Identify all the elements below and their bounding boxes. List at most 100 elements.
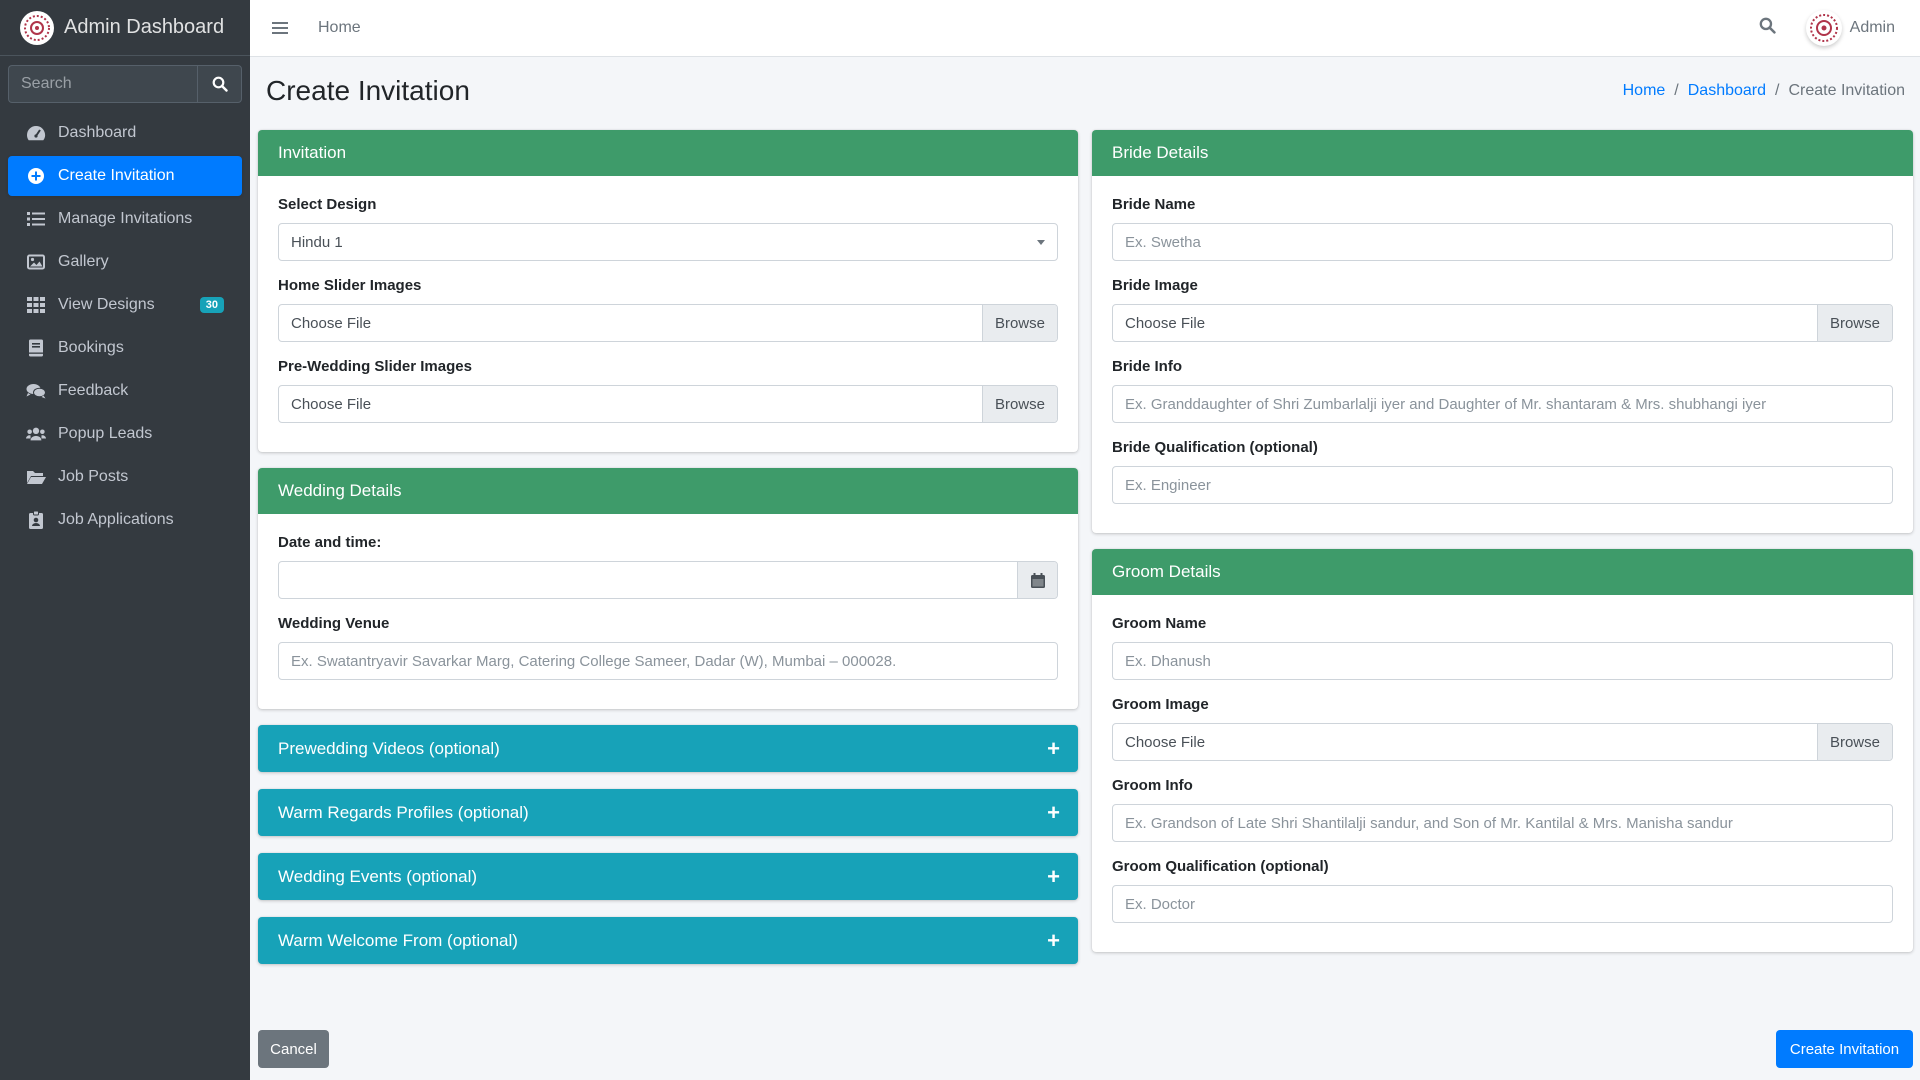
sidebar-item-job-posts[interactable]: Job Posts — [8, 457, 242, 497]
venue-input[interactable]: Ex. Swatantryavir Savarkar Marg, Caterin… — [278, 642, 1058, 680]
designs-count-badge: 30 — [199, 297, 224, 313]
groom-details-card-title: Groom Details — [1092, 549, 1913, 595]
date-picker-button[interactable] — [1017, 562, 1057, 598]
cancel-button[interactable]: Cancel — [258, 1030, 329, 1068]
plus-icon[interactable]: + — [1047, 929, 1060, 952]
menu-toggle-button[interactable] — [250, 21, 310, 35]
sidebar-item-label: Job Posts — [58, 468, 129, 485]
design-label: Select Design — [278, 196, 377, 213]
bride-info-group: Bride Info Ex. Granddaughter of Shri Zum… — [1112, 358, 1893, 423]
sidebar-item-label: Gallery — [58, 253, 109, 270]
folder-open-icon — [26, 467, 46, 487]
invitation-card-body: Select Design Hindu 1 Home Slider Images… — [258, 176, 1078, 452]
sidebar-item-manage-invitations[interactable]: Manage Invitations — [8, 199, 242, 239]
sidebar-item-label: Bookings — [58, 339, 124, 356]
design-select[interactable]: Hindu 1 — [278, 223, 1058, 261]
bride-qualification-group: Bride Qualification (optional) Ex. Engin… — [1112, 439, 1893, 504]
sidebar-item-label: Dashboard — [58, 124, 137, 141]
hamburger-icon — [272, 22, 288, 34]
users-icon — [26, 424, 46, 444]
sidebar-item-gallery[interactable]: Gallery — [8, 242, 242, 282]
date-group: Date and time: — [278, 534, 1058, 599]
breadcrumb-dashboard[interactable]: Dashboard — [1688, 82, 1766, 100]
calendar-icon — [1030, 572, 1045, 588]
page-title: Create Invitation — [266, 74, 470, 106]
groom-info-input[interactable]: Ex. Grandson of Late Shri Shantilalji sa… — [1112, 804, 1893, 842]
bride-qualification-input[interactable]: Ex. Engineer — [1112, 466, 1893, 504]
plus-icon[interactable]: + — [1047, 801, 1060, 824]
sidebar-item-dashboard[interactable]: Dashboard — [8, 113, 242, 153]
topbar-home-link[interactable]: Home — [318, 19, 361, 37]
plus-circle-icon — [26, 166, 46, 186]
groom-info-label: Groom Info — [1112, 777, 1193, 794]
prewedding-slider-file-input[interactable]: Choose File Browse — [278, 385, 1058, 423]
chevron-down-icon — [1037, 239, 1045, 245]
sidebar-item-create-invitation[interactable]: Create Invitation — [8, 156, 242, 196]
bride-image-group: Bride Image Choose File Browse — [1112, 277, 1893, 342]
sidebar-item-bookings[interactable]: Bookings — [8, 328, 242, 368]
home-slider-group: Home Slider Images Choose File Browse — [278, 277, 1058, 342]
groom-name-input[interactable]: Ex. Dhanush — [1112, 642, 1893, 680]
panel-title: Warm Welcome From (optional) — [278, 930, 518, 950]
browse-button[interactable]: Browse — [1816, 305, 1892, 341]
bride-name-group: Bride Name Ex. Swetha — [1112, 196, 1893, 261]
warm-regards-panel[interactable]: Warm Regards Profiles (optional) + — [258, 789, 1078, 836]
groom-info-group: Groom Info Ex. Grandson of Late Shri Sha… — [1112, 777, 1893, 842]
brand-logo-icon — [20, 10, 54, 45]
sidebar-item-feedback[interactable]: Feedback — [8, 371, 242, 411]
sidebar-nav: Dashboard Create Invitation Manage Invit… — [0, 113, 250, 540]
list-icon — [26, 209, 46, 229]
date-time-input[interactable] — [278, 561, 1058, 599]
groom-qualification-label: Groom Qualification (optional) — [1112, 858, 1329, 875]
wedding-details-card: Wedding Details Date and time: Wedding V… — [258, 468, 1078, 709]
browse-button[interactable]: Browse — [1816, 724, 1892, 760]
browse-button[interactable]: Browse — [981, 386, 1057, 422]
sidebar-search-input[interactable] — [8, 65, 197, 103]
sidebar-item-label: View Designs — [58, 296, 155, 313]
groom-image-file-input[interactable]: Choose File Browse — [1112, 723, 1893, 761]
file-input-label: Choose File — [1125, 733, 1206, 751]
book-icon — [26, 338, 46, 358]
bride-details-card: Bride Details Bride Name Ex. Swetha Brid… — [1092, 130, 1913, 533]
groom-details-card: Groom Details Groom Name Ex. Dhanush Gro… — [1092, 549, 1913, 952]
home-slider-label: Home Slider Images — [278, 277, 422, 294]
venue-group: Wedding Venue Ex. Swatantryavir Savarkar… — [278, 615, 1058, 680]
date-time-field[interactable] — [279, 562, 1017, 598]
right-column: Bride Details Bride Name Ex. Swetha Brid… — [1092, 130, 1913, 968]
warm-welcome-panel[interactable]: Warm Welcome From (optional) + — [258, 917, 1078, 964]
topbar: Home Admin — [250, 0, 1920, 57]
plus-icon[interactable]: + — [1047, 865, 1060, 888]
groom-qualification-input[interactable]: Ex. Doctor — [1112, 885, 1893, 923]
wedding-events-panel[interactable]: Wedding Events (optional) + — [258, 853, 1078, 900]
file-input-label: Choose File — [1125, 314, 1206, 332]
bride-image-file-input[interactable]: Choose File Browse — [1112, 304, 1893, 342]
sidebar-item-popup-leads[interactable]: Popup Leads — [8, 414, 242, 454]
sidebar-item-job-applications[interactable]: Job Applications — [8, 500, 242, 540]
create-invitation-button[interactable]: Create Invitation — [1776, 1030, 1913, 1068]
panel-title: Wedding Events (optional) — [278, 866, 478, 886]
comments-icon — [26, 381, 46, 401]
avatar[interactable] — [1805, 10, 1842, 46]
image-icon — [26, 252, 46, 272]
browse-button[interactable]: Browse — [981, 305, 1057, 341]
search-icon — [1759, 17, 1776, 34]
plus-icon[interactable]: + — [1047, 737, 1060, 760]
wedding-details-card-title: Wedding Details — [258, 468, 1078, 514]
brand[interactable]: Admin Dashboard — [0, 0, 250, 56]
breadcrumb-home[interactable]: Home — [1623, 82, 1666, 100]
sidebar-item-view-designs[interactable]: View Designs 30 — [8, 285, 242, 325]
groom-name-group: Groom Name Ex. Dhanush — [1112, 615, 1893, 680]
bride-info-input[interactable]: Ex. Granddaughter of Shri Zumbarlalji iy… — [1112, 385, 1893, 423]
topbar-search-button[interactable] — [1759, 17, 1776, 39]
prewedding-videos-panel[interactable]: Prewedding Videos (optional) + — [258, 725, 1078, 772]
panel-title: Prewedding Videos (optional) — [278, 738, 500, 758]
user-name[interactable]: Admin — [1850, 19, 1895, 37]
groom-details-card-body: Groom Name Ex. Dhanush Groom Image Choos… — [1092, 595, 1913, 952]
prewedding-slider-group: Pre-Wedding Slider Images Choose File Br… — [278, 358, 1058, 423]
groom-qualification-group: Groom Qualification (optional) Ex. Docto… — [1112, 858, 1893, 923]
breadcrumb: Home / Dashboard / Create Invitation — [1623, 82, 1905, 100]
home-slider-file-input[interactable]: Choose File Browse — [278, 304, 1058, 342]
bride-name-input[interactable]: Ex. Swetha — [1112, 223, 1893, 261]
breadcrumb-separator: / — [1674, 81, 1679, 99]
sidebar-search-button[interactable] — [197, 65, 242, 103]
